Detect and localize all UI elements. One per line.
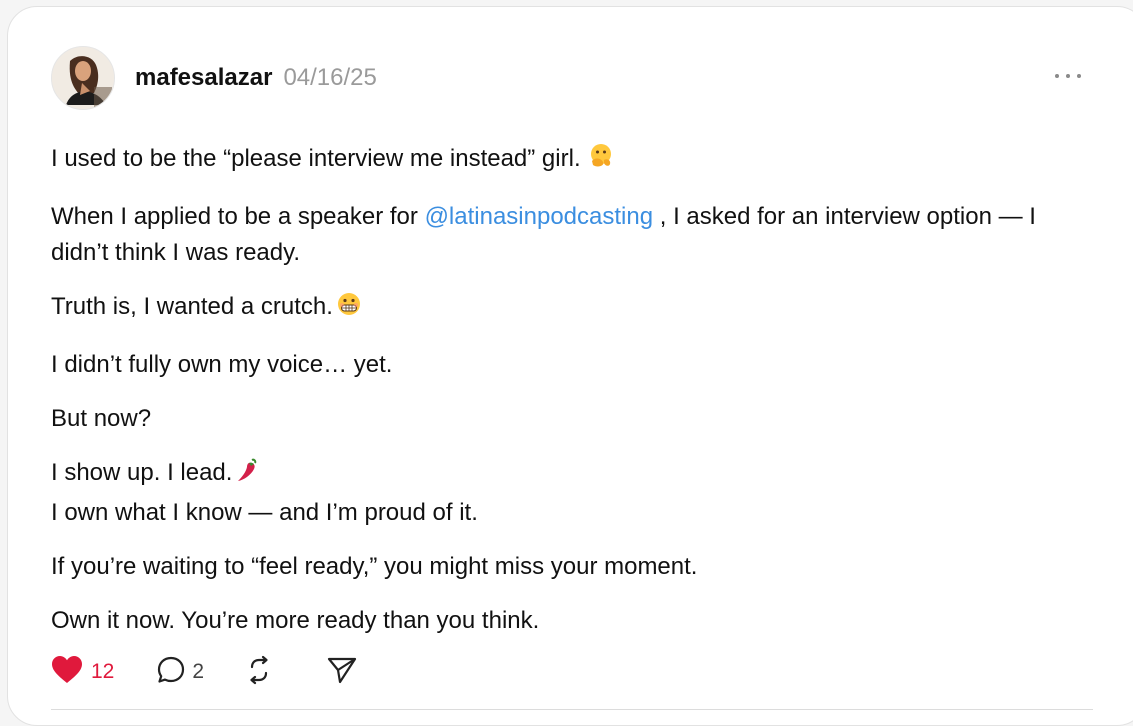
paragraph-text: I show up. I lead.	[51, 459, 233, 486]
avatar-image	[52, 47, 114, 109]
paragraph: I show up. I lead. I own what I know — a…	[51, 455, 1096, 531]
paragraph: I didn’t fully own my voice… yet.	[51, 347, 1096, 383]
like-button[interactable]: 12	[51, 655, 114, 690]
post-header: mafesalazar 04/16/25	[51, 46, 377, 110]
paragraph-text: If you’re waiting to “feel ready,” you m…	[51, 553, 698, 580]
post-card: mafesalazar 04/16/25 I used to be the “p…	[7, 6, 1133, 726]
username[interactable]: mafesalazar	[135, 64, 272, 92]
send-icon	[326, 655, 358, 690]
paragraph-text: Truth is, I wanted a crutch.	[51, 293, 333, 320]
action-bar: 12 2	[51, 652, 358, 692]
paragraph-text: Own it now. You’re more ready than you t…	[51, 607, 540, 634]
divider	[51, 709, 1093, 710]
paragraph: Truth is, I wanted a crutch.	[51, 289, 1096, 329]
comment-button[interactable]: 2	[156, 655, 204, 690]
paragraph: If you’re waiting to “feel ready,” you m…	[51, 549, 1096, 585]
paragraph: But now?	[51, 401, 1096, 437]
paragraph-text: I own what I know — and I’m proud of it.	[51, 499, 478, 526]
more-options-icon[interactable]	[1055, 71, 1081, 81]
comment-count: 2	[192, 660, 205, 683]
post-date: 04/16/25	[283, 64, 377, 91]
paragraph: I used to be the “please interview me in…	[51, 141, 1096, 181]
mention-link[interactable]: @latinasinpodcasting	[425, 203, 654, 230]
share-button[interactable]	[326, 655, 358, 690]
post-body: I used to be the “please interview me in…	[51, 141, 1096, 657]
paragraph: Own it now. You’re more ready than you t…	[51, 603, 1096, 639]
paragraph: When I applied to be a speaker for @lati…	[51, 199, 1096, 271]
paragraph-text: But now?	[51, 405, 152, 432]
heart-icon	[51, 655, 83, 690]
avatar[interactable]	[51, 46, 115, 110]
grimacing-face-emoji-icon	[335, 290, 363, 329]
paragraph-text: I used to be the “please interview me in…	[51, 145, 581, 172]
comment-icon	[156, 655, 186, 690]
hot-pepper-emoji-icon	[234, 456, 260, 495]
paragraph-text: When I applied to be a speaker for	[51, 203, 425, 230]
repost-icon	[244, 655, 274, 690]
repost-button[interactable]	[244, 655, 274, 690]
hand-over-mouth-emoji-icon	[587, 142, 615, 181]
paragraph-text: I didn’t fully own my voice… yet.	[51, 351, 393, 378]
like-count: 12	[91, 660, 115, 683]
